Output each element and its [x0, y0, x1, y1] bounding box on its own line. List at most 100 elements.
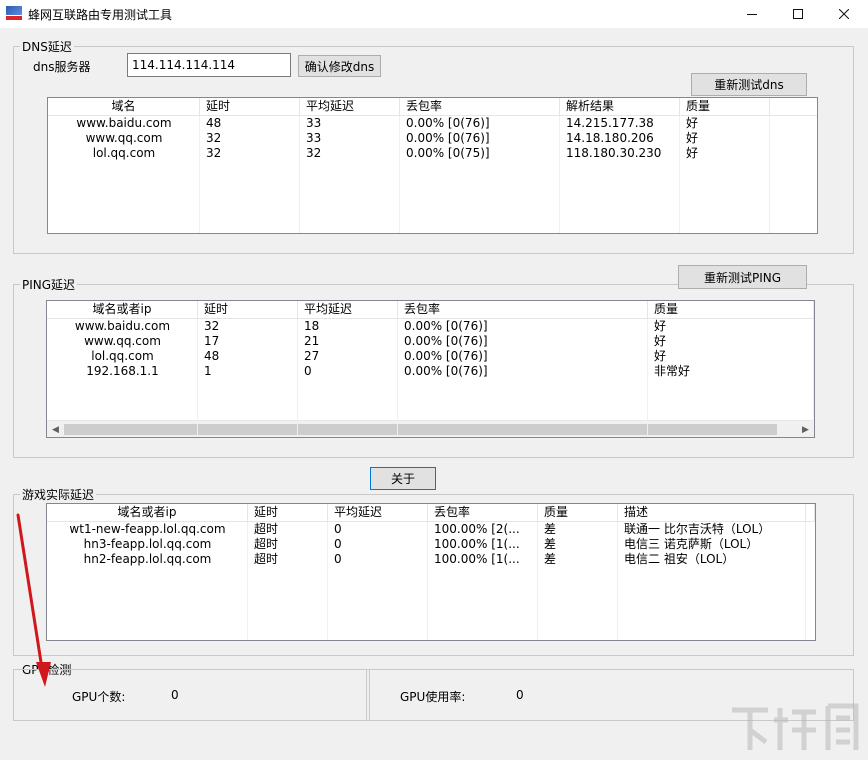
- watermark-logo-icon: [732, 703, 859, 750]
- close-button[interactable]: [821, 0, 867, 28]
- ping-column-header[interactable]: 丢包率: [398, 301, 648, 319]
- table-row[interactable]: www.qq.com 17 21 0.00% [0(76)] 好: [47, 334, 814, 349]
- table-cell: 超时: [254, 522, 279, 536]
- table-cell: 1: [204, 364, 212, 378]
- grid-line: [647, 319, 648, 437]
- table-cell: www.qq.com: [84, 334, 161, 348]
- scroll-right-icon[interactable]: ▶: [797, 421, 814, 437]
- table-cell: www.baidu.com: [76, 116, 172, 130]
- grid-line: [617, 522, 618, 640]
- grid-line: [199, 116, 200, 233]
- scroll-thumb[interactable]: [64, 424, 777, 435]
- maximize-button[interactable]: [775, 0, 821, 28]
- confirm-dns-button[interactable]: 确认修改dns: [298, 55, 381, 77]
- retest-dns-button[interactable]: 重新测试dns: [691, 73, 807, 96]
- table-row[interactable]: www.baidu.com 32 18 0.00% [0(76)] 好: [47, 319, 814, 334]
- table-row[interactable]: lol.qq.com 48 27 0.00% [0(76)] 好: [47, 349, 814, 364]
- table-cell: 18: [304, 319, 320, 333]
- game-column-header[interactable]: 描述: [618, 504, 806, 522]
- ping-table[interactable]: 域名或者ip 延时 平均延迟 丢包率 质量 www.baidu.com 32 18 0.00%…: [46, 300, 815, 438]
- grid-line: [537, 522, 538, 640]
- table-cell: 14.215.177.38: [566, 116, 654, 130]
- gpu-usage-label: GPU使用率:: [400, 690, 466, 704]
- dns-column-header[interactable]: 延时: [200, 98, 300, 116]
- dns-column-header[interactable]: 域名: [48, 98, 200, 116]
- table-cell: 电信三 诺克萨斯（LOL）: [624, 537, 759, 551]
- grid-line: [327, 522, 328, 640]
- game-column-header[interactable]: 延时: [248, 504, 328, 522]
- table-cell: www.baidu.com: [74, 319, 171, 333]
- grid-line: [247, 522, 248, 640]
- table-cell: 21: [304, 334, 320, 348]
- grid-line: [679, 116, 680, 233]
- grid-line: [427, 522, 428, 640]
- dns-column-header[interactable]: 解析结果: [560, 98, 680, 116]
- table-row[interactable]: www.baidu.com 48 33 0.00% [0(76)] 14.215.177…: [48, 116, 817, 131]
- table-cell: 联通一 比尔吉沃特（LOL）: [624, 522, 771, 536]
- close-icon: [839, 9, 849, 19]
- table-cell: 32: [204, 319, 220, 333]
- table-cell: 好: [686, 116, 699, 130]
- table-cell: 17: [204, 334, 220, 348]
- game-column-header[interactable]: 域名或者ip: [47, 504, 248, 522]
- ping-table-header: 域名或者ip 延时 平均延迟 丢包率 质量: [47, 301, 814, 319]
- table-cell: 好: [686, 131, 699, 145]
- ping-column-header[interactable]: 延时: [198, 301, 298, 319]
- table-cell: 33: [306, 131, 322, 145]
- dns-table-header: 域名 延时 平均延迟 丢包率 解析结果 质量: [48, 98, 817, 116]
- ping-horizontal-scrollbar[interactable]: ◀ ▶: [47, 420, 814, 437]
- table-cell: 0: [334, 552, 342, 566]
- game-table[interactable]: 域名或者ip 延时 平均延迟 丢包率 质量 描述 wt1-new-feapp.lol.qq…: [46, 503, 816, 641]
- game-group-legend: 游戏实际延迟: [22, 488, 95, 502]
- table-cell: hn3-feapp.lol.qq.com: [83, 537, 212, 551]
- table-row[interactable]: 192.168.1.1 1 0 0.00% [0(76)] 非常好: [47, 364, 814, 379]
- table-cell: 0.00% [0(76)]: [404, 319, 488, 333]
- table-cell: 好: [686, 146, 699, 160]
- game-column-header[interactable]: 平均延迟: [328, 504, 428, 522]
- table-cell: 118.180.30.230: [566, 146, 662, 160]
- maximize-icon: [793, 9, 803, 19]
- grid-line: [805, 522, 806, 640]
- table-cell: 超时: [254, 537, 279, 551]
- dns-column-header[interactable]: 平均延迟: [300, 98, 400, 116]
- minimize-button[interactable]: [729, 0, 775, 28]
- table-cell: lol.qq.com: [91, 349, 154, 363]
- ping-column-header[interactable]: 平均延迟: [298, 301, 398, 319]
- grid-line: [559, 116, 560, 233]
- table-cell: 0: [304, 364, 312, 378]
- table-cell: 100.00% [2(...: [434, 522, 520, 536]
- table-row[interactable]: hn3-feapp.lol.qq.com 超时 0 100.00% [1(... 差 电信…: [47, 537, 815, 552]
- game-column-header[interactable]: 质量: [538, 504, 618, 522]
- table-cell: 0.00% [0(76)]: [404, 334, 488, 348]
- dns-table[interactable]: 域名 延时 平均延迟 丢包率 解析结果 质量 www.baidu.com 48 33 0.00%…: [47, 97, 818, 234]
- gpu-count-label: GPU个数:: [72, 690, 126, 704]
- scroll-left-icon[interactable]: ◀: [47, 421, 64, 437]
- table-cell: 48: [206, 116, 222, 130]
- ping-column-header[interactable]: 质量: [648, 301, 814, 319]
- table-cell: 100.00% [1(...: [434, 537, 520, 551]
- table-cell: 电信二 祖安（LOL）: [624, 552, 735, 566]
- table-cell: 0: [334, 537, 342, 551]
- table-row[interactable]: lol.qq.com 32 32 0.00% [0(75)] 118.180.30.23…: [48, 146, 817, 161]
- table-row[interactable]: www.qq.com 32 33 0.00% [0(76)] 14.18.180.206…: [48, 131, 817, 146]
- dns-column-header[interactable]: 丢包率: [400, 98, 560, 116]
- table-cell: 192.168.1.1: [86, 364, 159, 378]
- table-cell: 14.18.180.206: [566, 131, 654, 145]
- table-cell: 好: [654, 349, 667, 363]
- dns-column-header[interactable]: 质量: [680, 98, 770, 116]
- grid-line: [299, 116, 300, 233]
- table-row[interactable]: hn2-feapp.lol.qq.com 超时 0 100.00% [1(... 差 电信…: [47, 552, 815, 567]
- table-row[interactable]: wt1-new-feapp.lol.qq.com 超时 0 100.00% [2(..…: [47, 522, 815, 537]
- game-column-header[interactable]: 丢包率: [428, 504, 538, 522]
- dns-group-legend: DNS延迟: [22, 40, 72, 54]
- table-cell: 好: [654, 319, 667, 333]
- title-bar: 蜂网互联路由专用测试工具: [0, 0, 868, 28]
- table-cell: wt1-new-feapp.lol.qq.com: [69, 522, 226, 536]
- dns-server-input[interactable]: [127, 53, 291, 77]
- table-cell: 0: [334, 522, 342, 536]
- ping-column-header[interactable]: 域名或者ip: [47, 301, 198, 319]
- retest-ping-button[interactable]: 重新测试PING: [678, 265, 807, 289]
- table-cell: lol.qq.com: [92, 146, 156, 160]
- table-cell: 非常好: [654, 364, 691, 378]
- window-title: 蜂网互联路由专用测试工具: [28, 8, 173, 22]
